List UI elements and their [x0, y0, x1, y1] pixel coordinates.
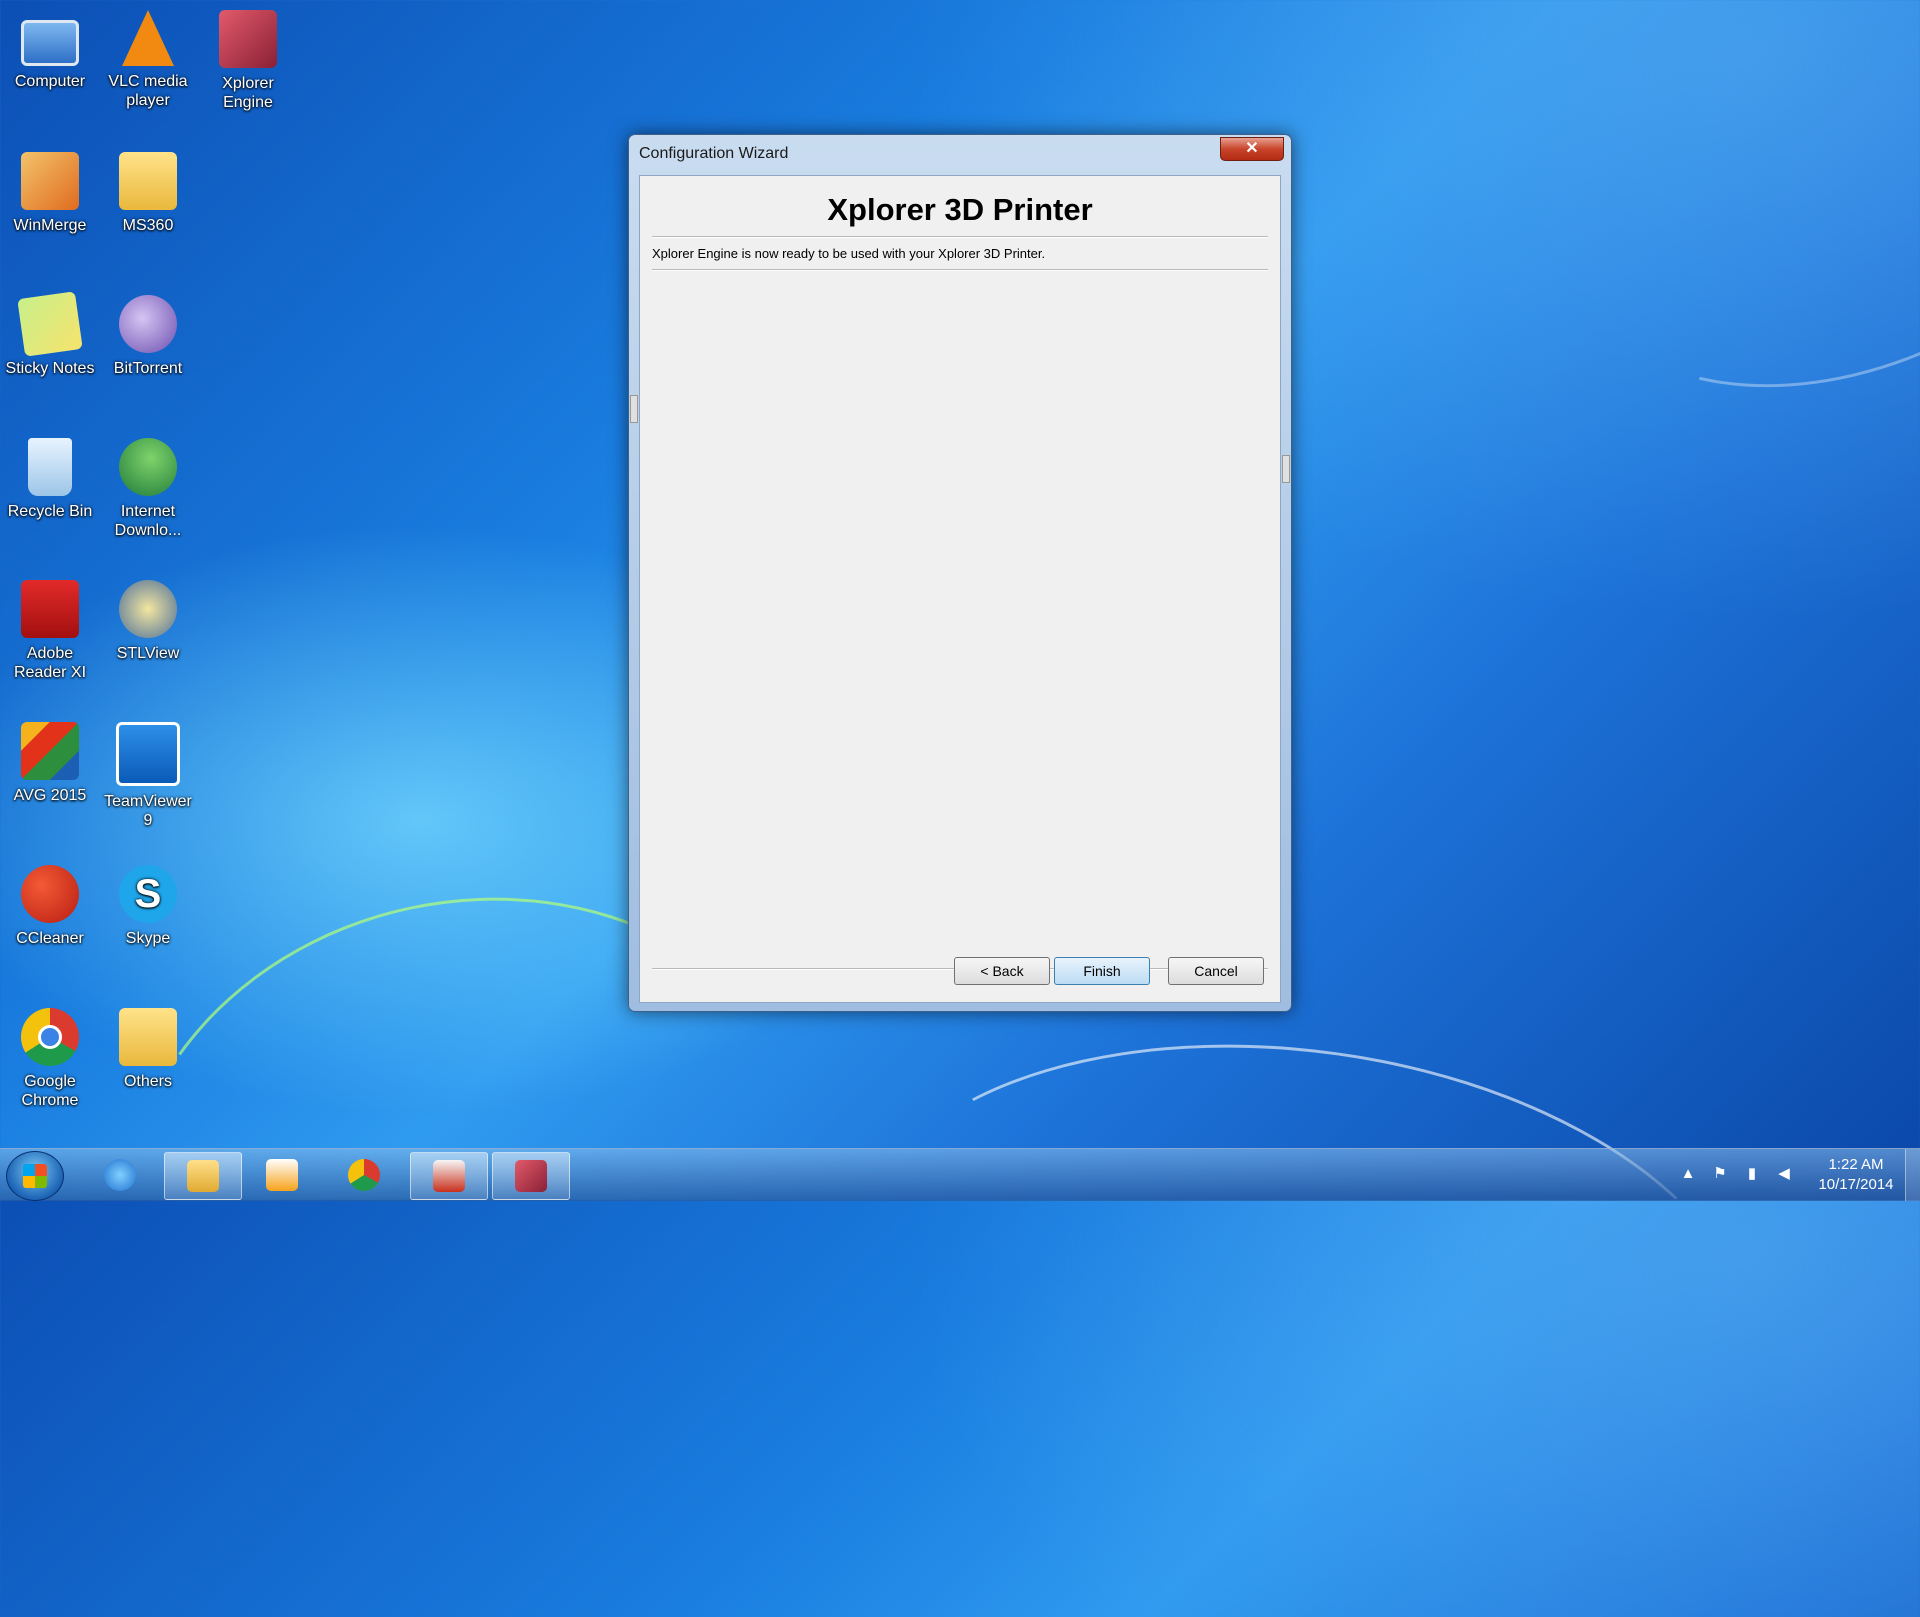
- desktop-icon-xplorer-engine[interactable]: Xplorer Engine: [200, 10, 296, 112]
- clock-time: 1:22 AM: [1828, 1156, 1884, 1173]
- dialog-title: Configuration Wizard: [639, 145, 789, 162]
- volume-speaker-icon[interactable]: ◀: [1776, 1165, 1792, 1183]
- adobe-reader-icon: [21, 580, 79, 638]
- desktop-icon-label: Xplorer Engine: [222, 75, 274, 111]
- desktop-icon-vlc[interactable]: VLC media player: [100, 10, 196, 110]
- desktop-icon-ccleaner[interactable]: CCleaner: [2, 865, 98, 948]
- wallpaper-swoosh: [1492, 0, 1920, 476]
- desktop-icon-label: Google Chrome: [21, 1073, 79, 1109]
- avg-icon: [21, 722, 79, 780]
- desktop-icon-internet-download-manager[interactable]: Internet Downlo...: [100, 438, 196, 540]
- desktop-icon-label: Recycle Bin: [7, 503, 93, 520]
- skype-icon: S: [119, 865, 177, 923]
- taskbar: ▲ ⚑ ▮ ◀ 1:22 AM 10/17/2014: [0, 1148, 1920, 1201]
- taskbar-snipping-tool[interactable]: [410, 1152, 488, 1200]
- cancel-button[interactable]: Cancel: [1168, 957, 1264, 985]
- taskbar-windows-explorer[interactable]: [164, 1152, 242, 1200]
- xplorer-engine-icon: [219, 10, 277, 68]
- snipping-tool-icon: [433, 1160, 465, 1192]
- desktop-icon-label: Adobe Reader XI: [13, 645, 87, 681]
- chrome-icon: [21, 1008, 79, 1066]
- folder-icon: [119, 152, 177, 210]
- desktop-icon-label: TeamViewer 9: [104, 793, 192, 829]
- xplorer-engine-icon: [515, 1160, 547, 1192]
- windows-logo-icon: [23, 1164, 47, 1188]
- desktop-icon-adobe-reader[interactable]: Adobe Reader XI: [2, 580, 98, 682]
- folder-icon: [187, 1160, 219, 1192]
- desktop-icon-winmerge[interactable]: WinMerge: [2, 152, 98, 235]
- desktop-icon-label: MS360: [122, 217, 174, 234]
- taskbar-media-player[interactable]: [244, 1152, 320, 1198]
- desktop-icon-recycle-bin[interactable]: Recycle Bin: [2, 438, 98, 521]
- desktop-icon-stlview[interactable]: STLView: [100, 580, 196, 663]
- sticky-notes-icon: [17, 291, 83, 357]
- wallpaper-swoosh: [819, 989, 1787, 1617]
- media-player-icon: [266, 1159, 298, 1191]
- desktop-icon-label: AVG 2015: [13, 787, 87, 804]
- network-signal-icon[interactable]: ▮: [1744, 1165, 1760, 1183]
- action-center-flag-icon[interactable]: ⚑: [1712, 1165, 1728, 1183]
- winmerge-icon: [21, 152, 79, 210]
- vlc-cone-icon: [122, 10, 174, 66]
- back-button[interactable]: < Back: [954, 957, 1050, 985]
- desktop-icon-bittorrent[interactable]: BitTorrent: [100, 295, 196, 378]
- desktop-icon-ms360[interactable]: MS360: [100, 152, 196, 235]
- desktop-icon-label: CCleaner: [16, 930, 84, 947]
- separator: [652, 269, 1268, 271]
- wizard-heading: Xplorer 3D Printer: [827, 192, 1093, 227]
- stlview-icon: [119, 580, 177, 638]
- start-button[interactable]: [6, 1151, 64, 1201]
- desktop-icon-label: Skype: [125, 930, 171, 947]
- desktop-icon-label: Internet Downlo...: [114, 503, 182, 539]
- wizard-page: Xplorer 3D Printer Xplorer Engine is now…: [639, 175, 1281, 1003]
- system-clock[interactable]: 1:22 AM 10/17/2014: [1800, 1155, 1912, 1195]
- resize-handle: [630, 395, 638, 423]
- separator: [652, 236, 1268, 238]
- clock-date: 10/17/2014: [1818, 1176, 1894, 1193]
- taskbar-xplorer-engine[interactable]: [492, 1152, 570, 1200]
- close-button[interactable]: ✕: [1220, 137, 1284, 161]
- finish-button[interactable]: Finish: [1054, 957, 1150, 985]
- desktop-icon-teamviewer[interactable]: TeamViewer 9: [100, 722, 196, 830]
- resize-handle: [1282, 455, 1290, 483]
- desktop-icon-others[interactable]: Others: [100, 1008, 196, 1091]
- desktop-icon-label: Sticky Notes: [5, 360, 95, 377]
- desktop-icon-sticky-notes[interactable]: Sticky Notes: [2, 291, 98, 378]
- bittorrent-icon: [119, 295, 177, 353]
- desktop-icon-computer[interactable]: Computer: [2, 10, 98, 91]
- close-icon: ✕: [1245, 140, 1259, 157]
- folder-icon: [119, 1008, 177, 1066]
- globe-download-icon: [119, 438, 177, 496]
- computer-icon: [21, 20, 79, 66]
- desktop-icon-avg[interactable]: AVG 2015: [2, 722, 98, 805]
- desktop-icon-label: BitTorrent: [113, 360, 183, 377]
- desktop-icon-label: VLC media player: [108, 73, 188, 109]
- configuration-wizard-dialog: Configuration Wizard ✕ Xplorer 3D Printe…: [628, 134, 1292, 1012]
- taskbar-internet-explorer[interactable]: [82, 1152, 158, 1198]
- wizard-message: Xplorer Engine is now ready to be used w…: [652, 246, 1046, 261]
- desktop-icon-skype[interactable]: S Skype: [100, 865, 196, 948]
- desktop-icon-label: Computer: [14, 73, 86, 90]
- ccleaner-icon: [21, 865, 79, 923]
- show-hidden-icons-arrow-icon[interactable]: ▲: [1680, 1165, 1696, 1183]
- desktop-icon-google-chrome[interactable]: Google Chrome: [2, 1008, 98, 1110]
- taskbar-google-chrome[interactable]: [326, 1152, 402, 1198]
- desktop-icon-label: STLView: [116, 645, 180, 662]
- dialog-titlebar[interactable]: Configuration Wizard ✕: [629, 135, 1291, 171]
- chrome-icon: [348, 1159, 380, 1191]
- internet-explorer-icon: [104, 1159, 136, 1191]
- desktop-icon-label: WinMerge: [13, 217, 87, 234]
- recycle-bin-icon: [28, 438, 72, 496]
- desktop-icon-label: Others: [123, 1073, 172, 1090]
- show-desktop-button[interactable]: [1905, 1149, 1920, 1201]
- teamviewer-icon: [116, 722, 180, 786]
